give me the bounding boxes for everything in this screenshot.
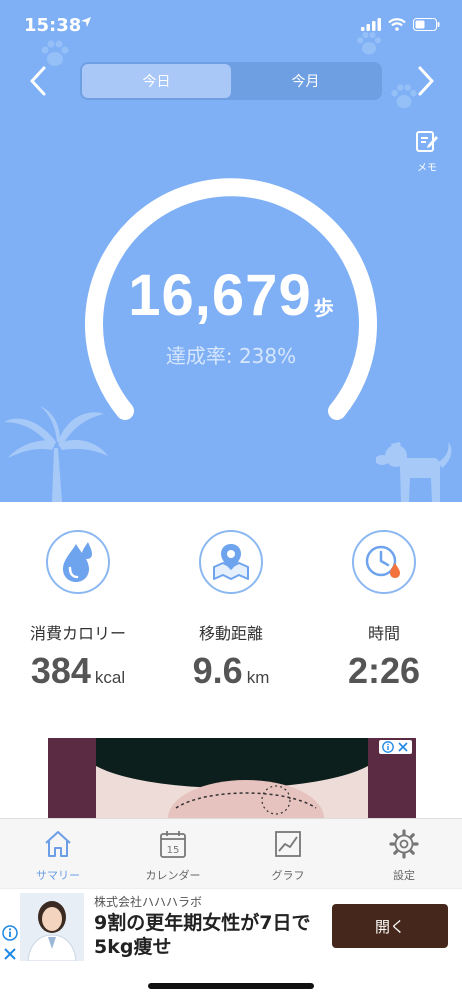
- ad-info-icon[interactable]: [382, 741, 394, 753]
- ad-company: 株式会社ハハハラボ: [94, 895, 203, 909]
- calendar-date-number: 15: [167, 845, 180, 856]
- tab-summary-label: サマリー: [36, 869, 80, 882]
- wifi-icon: [388, 18, 406, 31]
- ad-image-banner[interactable]: [48, 738, 416, 820]
- tab-graph-label: グラフ: [271, 869, 305, 882]
- clock-flame-icon: [365, 545, 400, 578]
- stat-calories-unit: kcal: [94, 668, 126, 687]
- ad-close-icon[interactable]: [2, 946, 18, 962]
- gear-icon: [389, 829, 419, 859]
- calendar-icon: 15: [160, 831, 186, 858]
- ad-choices[interactable]: [379, 740, 412, 754]
- ad-photo-illustration: [96, 738, 368, 820]
- stat-distance-value-row: 9.6 km: [156, 650, 306, 692]
- ad-banner[interactable]: 株式会社ハハハラボ 9割の更年期女性が7日で5kg痩せ 開く: [0, 888, 462, 964]
- memo-label: メモ: [417, 163, 437, 174]
- stat-time-value: 2:26: [347, 650, 421, 691]
- map-pin-icon: [213, 544, 249, 580]
- memo-button[interactable]: メモ: [414, 130, 440, 174]
- step-count-value: 16,679: [128, 263, 312, 328]
- tab-calendar[interactable]: 15 カレンダー: [133, 829, 213, 883]
- ad-open-button[interactable]: 開く: [332, 904, 448, 948]
- stat-calories: 消費カロリー 384 kcal: [3, 530, 153, 692]
- ad-banner-image: [20, 893, 84, 961]
- stat-distance-value: 9.6: [192, 650, 243, 691]
- segment-month[interactable]: 今月: [231, 64, 380, 98]
- location-arrow-icon: [81, 17, 91, 27]
- next-arrow-button[interactable]: [410, 64, 440, 98]
- stat-distance-badge: [199, 530, 263, 594]
- achievement-rate: 達成率: 238%: [165, 344, 297, 368]
- doctor-illustration: [20, 893, 84, 961]
- battery-icon: [413, 18, 440, 31]
- calorie-drop-icon: [63, 542, 92, 582]
- tab-settings-label: 設定: [393, 869, 415, 882]
- tab-graph[interactable]: グラフ: [248, 829, 328, 883]
- step-count-unit: 歩: [313, 296, 334, 320]
- stat-distance: 移動距離 9.6 km: [156, 530, 306, 692]
- ad-info-icon[interactable]: [2, 925, 18, 941]
- stat-time-badge: [352, 530, 416, 594]
- dog-icon: [376, 442, 452, 502]
- status-time: 15:38: [24, 15, 82, 36]
- previous-arrow-button[interactable]: [24, 64, 54, 98]
- graph-icon: [275, 831, 301, 857]
- stats-section: 消費カロリー 384 kcal 移動距離 9.6 km 時間 2:26: [0, 530, 462, 692]
- stat-time-value-row: 2:26: [309, 650, 459, 692]
- stat-calories-value-row: 384 kcal: [3, 650, 153, 692]
- stat-distance-unit: km: [246, 668, 270, 687]
- segment-today[interactable]: 今日: [82, 64, 231, 98]
- stat-time: 時間 2:26: [309, 530, 459, 692]
- period-segment-control: 今日 今月: [80, 62, 382, 100]
- ad-close-icon[interactable]: [397, 741, 409, 753]
- stat-calories-badge: [46, 530, 110, 594]
- summary-hero: 15:38 今日 今月 メモ 16,679 歩 達成率: 238%: [0, 0, 462, 502]
- stat-time-label: 時間: [367, 624, 400, 643]
- tab-settings[interactable]: 設定: [364, 829, 444, 883]
- ad-headline: 9割の更年期女性が7日で5kg痩せ: [94, 912, 311, 958]
- home-indicator[interactable]: [148, 983, 314, 989]
- memo-icon: [416, 131, 438, 152]
- palm-tree-icon: [4, 406, 108, 502]
- stat-calories-label: 消費カロリー: [29, 624, 126, 643]
- stat-calories-value: 384: [30, 650, 91, 691]
- tab-calendar-label: カレンダー: [145, 869, 201, 882]
- paw-print-icon: [357, 31, 381, 55]
- bottom-tab-bar: サマリー 15 カレンダー グラフ 設定: [0, 818, 462, 888]
- step-count: 16,679 歩: [0, 262, 462, 329]
- home-icon: [45, 831, 71, 857]
- stat-distance-label: 移動距離: [198, 624, 263, 643]
- ad-photo: [96, 738, 368, 820]
- tab-summary[interactable]: サマリー: [18, 829, 98, 883]
